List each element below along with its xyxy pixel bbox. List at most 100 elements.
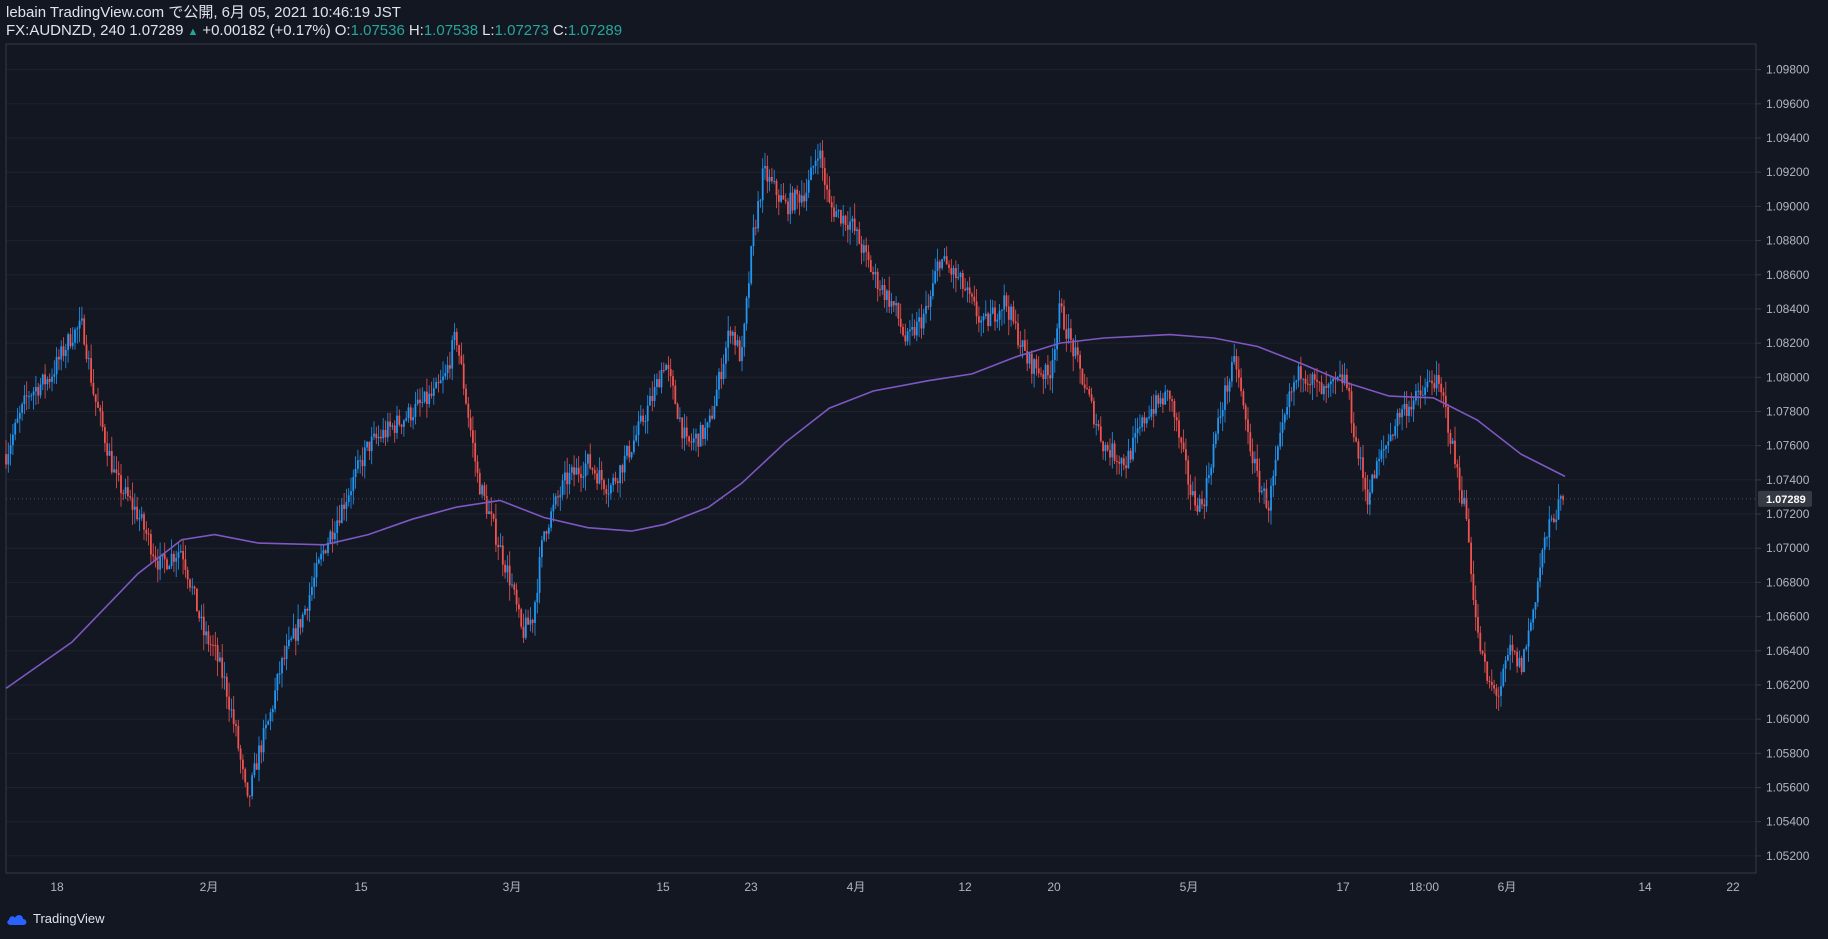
candle-body: [1148, 416, 1150, 419]
candle-body: [472, 430, 474, 443]
candle-body: [610, 485, 612, 494]
candle-body: [106, 443, 109, 456]
candle-body: [1490, 681, 1493, 686]
candle-body: [927, 306, 930, 308]
price-tick-label: 1.09800: [1766, 63, 1810, 77]
candle-body: [368, 441, 371, 452]
candle-body: [67, 334, 69, 350]
candle-body: [311, 586, 313, 595]
candle-body: [1375, 461, 1378, 479]
candle-body: [1088, 389, 1091, 395]
candle-body: [515, 589, 518, 605]
candle-body: [1104, 444, 1107, 452]
candle-body: [294, 628, 297, 641]
price-chart[interactable]: 1.05200 1.05400 1.05600 1.05800 1.06000 1.062…: [0, 0, 1828, 939]
price-tick-label: 1.07000: [1766, 541, 1810, 555]
footer-brand[interactable]: TradingView: [6, 911, 105, 926]
candle-body: [359, 460, 362, 462]
candle-body: [1118, 461, 1121, 464]
candle-body: [340, 504, 343, 523]
candle-body: [676, 403, 679, 419]
candle-body: [1329, 381, 1332, 385]
candle-body: [1493, 685, 1495, 689]
candle-body: [971, 293, 973, 297]
candle-body: [85, 344, 88, 359]
candle-body: [1412, 400, 1415, 410]
candle-body: [76, 328, 79, 330]
candle-body: [58, 356, 60, 360]
candle-body: [819, 150, 822, 159]
candle-body: [902, 326, 904, 336]
candle-body: [711, 415, 713, 419]
price-axis[interactable]: 1.05200 1.05400 1.05600 1.05800 1.06000 1.062…: [1756, 63, 1810, 863]
candle-body: [474, 442, 477, 462]
candle-body: [414, 403, 417, 417]
candle-body: [1297, 366, 1300, 381]
candle-body: [458, 345, 460, 356]
candle-body: [1058, 303, 1061, 329]
candle-body: [239, 748, 242, 760]
candle-body: [78, 320, 81, 329]
candle-body: [561, 480, 564, 495]
candle-body: [1136, 428, 1139, 433]
candle-body: [736, 340, 739, 346]
candle-body: [393, 425, 396, 433]
candle-body: [168, 565, 171, 570]
candle-body: [14, 422, 17, 435]
candle-body: [826, 184, 828, 190]
candle-body: [1277, 446, 1279, 460]
time-tick-label: 5月: [1180, 880, 1199, 894]
candle-body: [1212, 444, 1215, 468]
candle-body: [451, 340, 454, 369]
candle-body: [1513, 651, 1516, 653]
candle-body: [605, 489, 608, 494]
candle-body: [1562, 496, 1564, 500]
candle-body: [246, 782, 249, 796]
candle-body: [1415, 391, 1417, 401]
candle-body: [1150, 409, 1153, 417]
candle-body: [672, 376, 674, 386]
candle-body: [1109, 450, 1111, 458]
candle-body: [598, 470, 601, 484]
candle-body: [193, 586, 196, 589]
price-tick-label: 1.09600: [1766, 97, 1810, 111]
candle-body: [1024, 340, 1026, 351]
candle-body: [1141, 417, 1144, 428]
candle-body: [74, 329, 76, 343]
candle-body: [1003, 295, 1006, 310]
candle-body: [543, 531, 546, 541]
candle-body: [897, 303, 900, 319]
candle-body: [1477, 617, 1479, 633]
candle-body: [1076, 347, 1079, 355]
candle-body: [398, 415, 401, 425]
time-tick-label: 15: [354, 880, 368, 894]
candle-body: [1387, 441, 1390, 446]
candle-body: [147, 533, 150, 535]
candle-body: [796, 189, 799, 195]
candle-body: [1049, 375, 1052, 379]
last-price-badge: 1.07289: [1758, 490, 1812, 507]
candle-body: [1438, 375, 1440, 384]
candle-body: [554, 496, 557, 505]
candle-body: [278, 673, 281, 675]
candle-body: [1534, 602, 1537, 610]
candle-body: [1168, 390, 1171, 400]
time-tick-label: 14: [1638, 880, 1652, 894]
candle-body: [1304, 378, 1307, 384]
candle-body: [1449, 432, 1452, 444]
time-tick-label: 18: [50, 880, 64, 894]
candle-body: [741, 347, 743, 362]
time-axis[interactable]: 18 2月 15 3月 15 23 4月 12 20 5月 17 18:00 6月 14 22: [50, 880, 1740, 894]
candle-body: [1185, 449, 1187, 461]
candle-body: [288, 639, 290, 647]
candle-body: [405, 418, 408, 421]
candle-body: [228, 696, 230, 710]
candle-body: [145, 529, 148, 534]
candle-body: [389, 421, 391, 427]
candle-body: [166, 559, 168, 570]
candle-body: [1504, 660, 1507, 669]
candle-body: [1178, 420, 1180, 438]
candle-body: [518, 604, 520, 610]
candle-body: [1306, 383, 1309, 385]
candle-body: [175, 557, 178, 562]
